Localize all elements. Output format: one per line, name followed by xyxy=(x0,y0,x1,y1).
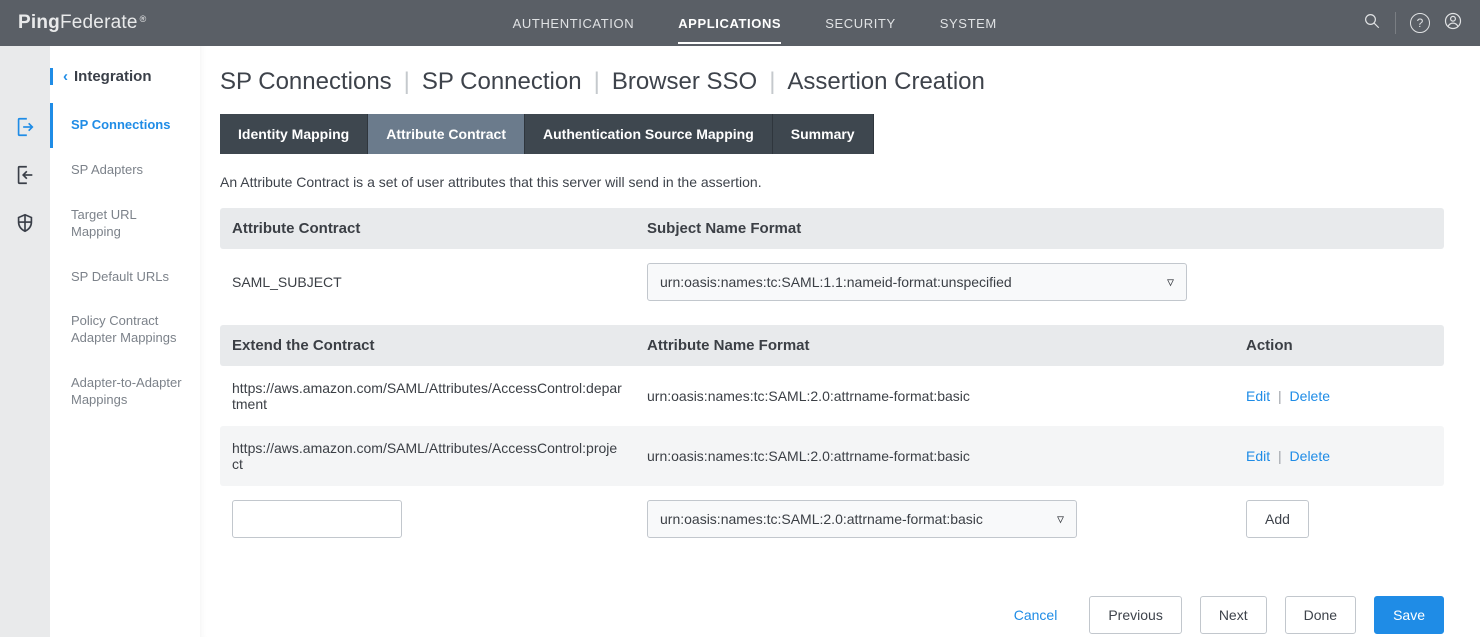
section2-colC-header: Action xyxy=(1234,325,1444,366)
step-tabs: Identity Mapping Attribute Contract Auth… xyxy=(220,114,1444,154)
breadcrumb: SP Connections | SP Connection | Browser… xyxy=(220,68,1444,96)
section2-colB-header: Attribute Name Format xyxy=(635,325,1234,366)
sidebar: ‹ Integration SP Connections SP Adapters… xyxy=(50,46,200,637)
layout: ‹ Integration SP Connections SP Adapters… xyxy=(0,46,1480,637)
next-button[interactable]: Next xyxy=(1200,596,1267,634)
sidebar-item-policy-contract-adapter-mappings[interactable]: Policy Contract Adapter Mappings xyxy=(50,299,200,361)
action-sep: | xyxy=(1278,388,1282,404)
extend-row-name: https://aws.amazon.com/SAML/Attributes/A… xyxy=(220,380,635,412)
extend-row: https://aws.amazon.com/SAML/Attributes/A… xyxy=(220,426,1444,486)
top-bar: PingFederate® AUTHENTICATION APPLICATION… xyxy=(0,0,1480,46)
extend-new-row: urn:oasis:names:tc:SAML:2.0:attrname-for… xyxy=(220,486,1444,552)
rail-adapters-icon[interactable] xyxy=(14,164,36,186)
chevron-left-icon: ‹ xyxy=(63,68,68,85)
section1-colB-header: Subject Name Format xyxy=(635,208,1444,249)
section1-row-name: SAML_SUBJECT xyxy=(220,274,635,290)
sidebar-item-sp-default-urls[interactable]: SP Default URLs xyxy=(50,255,200,300)
sidebar-back[interactable]: ‹ Integration xyxy=(50,68,200,85)
cancel-link[interactable]: Cancel xyxy=(1014,607,1058,623)
edit-link[interactable]: Edit xyxy=(1246,448,1270,464)
top-icons: ? xyxy=(1363,12,1462,35)
brand-bold: Ping xyxy=(18,12,60,34)
sidebar-item-adapter-to-adapter-mappings[interactable]: Adapter-to-Adapter Mappings xyxy=(50,361,200,423)
nav-authentication[interactable]: AUTHENTICATION xyxy=(513,2,635,44)
extend-row-name: https://aws.amazon.com/SAML/Attributes/A… xyxy=(220,440,635,472)
footer-actions: Cancel Previous Next Done Save xyxy=(220,596,1444,634)
action-sep: | xyxy=(1278,448,1282,464)
brand-logo: PingFederate® xyxy=(18,12,146,34)
breadcrumb-sep: | xyxy=(769,68,775,96)
extend-row: https://aws.amazon.com/SAML/Attributes/A… xyxy=(220,366,1444,426)
brand-rest: Federate xyxy=(60,12,138,34)
section2-header: Extend the Contract Attribute Name Forma… xyxy=(220,325,1444,366)
step-identity-mapping[interactable]: Identity Mapping xyxy=(220,114,368,154)
delete-link[interactable]: Delete xyxy=(1290,388,1330,404)
user-icon[interactable] xyxy=(1444,12,1462,35)
page-description: An Attribute Contract is a set of user a… xyxy=(220,174,1444,190)
done-button[interactable]: Done xyxy=(1285,596,1356,634)
add-button[interactable]: Add xyxy=(1246,500,1309,538)
subject-name-format-value: urn:oasis:names:tc:SAML:1.1:nameid-forma… xyxy=(660,274,1012,290)
nav-system[interactable]: SYSTEM xyxy=(940,2,997,44)
delete-link[interactable]: Delete xyxy=(1290,448,1330,464)
section1-row: SAML_SUBJECT urn:oasis:names:tc:SAML:1.1… xyxy=(220,249,1444,315)
breadcrumb-sep: | xyxy=(594,68,600,96)
sidebar-list: SP Connections SP Adapters Target URL Ma… xyxy=(50,103,200,423)
nav-applications[interactable]: APPLICATIONS xyxy=(678,2,781,44)
help-icon[interactable]: ? xyxy=(1410,13,1430,33)
extend-row-format: urn:oasis:names:tc:SAML:2.0:attrname-for… xyxy=(635,388,1234,404)
new-attribute-format-select[interactable]: urn:oasis:names:tc:SAML:2.0:attrname-for… xyxy=(647,500,1077,538)
breadcrumb-item: Assertion Creation xyxy=(787,68,984,96)
section2-colA-header: Extend the Contract xyxy=(220,325,635,366)
step-summary[interactable]: Summary xyxy=(773,114,874,154)
chevron-down-icon: ▿ xyxy=(1167,274,1174,291)
sidebar-item-target-url-mapping[interactable]: Target URL Mapping xyxy=(50,193,200,255)
previous-button[interactable]: Previous xyxy=(1089,596,1181,634)
brand-reg: ® xyxy=(140,14,147,24)
extend-row-format: urn:oasis:names:tc:SAML:2.0:attrname-for… xyxy=(635,448,1234,464)
section1-colA-header: Attribute Contract xyxy=(220,208,635,249)
rail-shield-icon[interactable] xyxy=(14,212,36,234)
sidebar-item-sp-adapters[interactable]: SP Adapters xyxy=(50,148,200,193)
rail-integration-icon[interactable] xyxy=(14,116,36,138)
icon-rail xyxy=(0,46,50,637)
breadcrumb-item[interactable]: SP Connection xyxy=(422,68,582,96)
chevron-down-icon: ▿ xyxy=(1057,511,1064,528)
edit-link[interactable]: Edit xyxy=(1246,388,1270,404)
step-attribute-contract[interactable]: Attribute Contract xyxy=(368,114,525,154)
save-button[interactable]: Save xyxy=(1374,596,1444,634)
sidebar-back-label: Integration xyxy=(74,68,152,85)
nav-security[interactable]: SECURITY xyxy=(825,2,896,44)
section1-header: Attribute Contract Subject Name Format xyxy=(220,208,1444,249)
step-auth-source-mapping[interactable]: Authentication Source Mapping xyxy=(525,114,773,154)
breadcrumb-item[interactable]: Browser SSO xyxy=(612,68,757,96)
new-attribute-format-value: urn:oasis:names:tc:SAML:2.0:attrname-for… xyxy=(660,511,983,527)
subject-name-format-select[interactable]: urn:oasis:names:tc:SAML:1.1:nameid-forma… xyxy=(647,263,1187,301)
search-icon[interactable] xyxy=(1363,12,1381,35)
top-nav: AUTHENTICATION APPLICATIONS SECURITY SYS… xyxy=(146,2,1363,44)
top-divider xyxy=(1395,12,1396,34)
main-content: SP Connections | SP Connection | Browser… xyxy=(200,46,1480,637)
new-attribute-name-input[interactable] xyxy=(232,500,402,538)
breadcrumb-item[interactable]: SP Connections xyxy=(220,68,392,96)
breadcrumb-sep: | xyxy=(404,68,410,96)
sidebar-item-sp-connections[interactable]: SP Connections xyxy=(50,103,200,148)
